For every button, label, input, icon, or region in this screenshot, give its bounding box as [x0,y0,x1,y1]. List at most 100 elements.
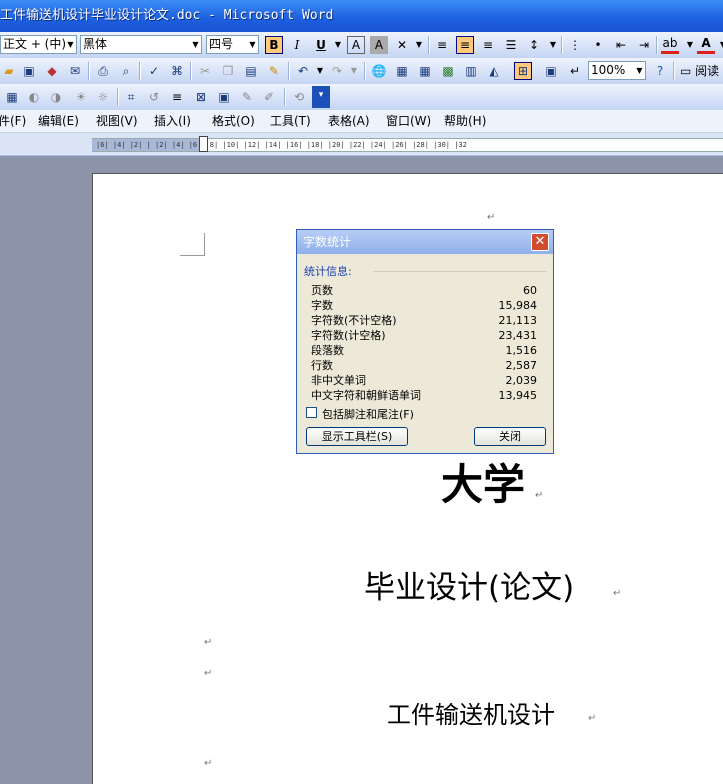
show-toolbar-button[interactable]: 显示工具栏(S) [306,427,408,446]
print-preview-icon[interactable]: ⌕ [117,62,135,80]
char-scaling-icon[interactable]: ✕ [393,36,411,54]
align-left-icon[interactable]: ≡ [433,36,451,54]
menu-window[interactable]: 窗口(W) [386,110,431,132]
menu-format[interactable]: 格式(O) [212,110,255,132]
stat-label: 字符数(计空格) [311,329,386,342]
compress-icon[interactable]: ⊠ [192,88,210,106]
line-spacing-icon[interactable]: ↕ [525,36,543,54]
set-transparent-icon[interactable]: ✐ [260,88,278,106]
reset-picture-icon[interactable]: ⟲ [290,88,308,106]
tables-borders-icon[interactable]: ▦ [393,62,411,80]
chevron-down-icon[interactable]: ▼ [714,36,723,54]
separator [88,62,90,80]
read-label: 阅读 [695,64,720,78]
menu-insert[interactable]: 插入(I) [154,110,191,132]
read-button[interactable]: ▭ 阅读 [680,62,719,80]
chevron-down-icon[interactable]: ▼ [345,62,363,80]
formatting-toolbar: 正文 + (中) ▼ 黑体 ▼ 四号 ▼ B I U ▼ A A ✕ ▼ ≡ ≡… [0,32,723,59]
show-hide-icon[interactable]: ▣ [542,62,560,80]
stat-row-non-chinese-words: 非中文单词 2,039 [311,373,537,388]
increase-indent-icon[interactable]: ⇥ [635,36,653,54]
char-border-icon[interactable]: A [347,36,365,54]
close-button[interactable]: 关闭 [474,427,546,446]
columns-icon[interactable]: ▥ [462,62,480,80]
font-select[interactable]: 黑体 ▼ [80,35,202,54]
hyperlink-icon[interactable]: 🌐 [370,62,388,80]
format-painter-icon[interactable]: ✎ [265,62,283,80]
paragraph-mark: ↵ [588,713,597,724]
paragraph-mark-icon[interactable]: ↵ [566,62,584,80]
group-divider [373,271,547,272]
ruler-ticks: |6| |4| |2| | |2| |4| |6| |8| |10| |12| … [96,141,467,149]
italic-button[interactable]: I [288,36,306,54]
menu-help[interactable]: 帮助(H) [444,110,486,132]
font-size-value: 四号 [209,37,234,51]
copy-icon[interactable]: ❐ [219,62,237,80]
numbering-icon[interactable]: ⋮ [566,36,584,54]
research-icon[interactable]: ⌘ [168,62,186,80]
print-icon[interactable]: ⎙ [94,62,112,80]
drawing-icon[interactable]: ◭ [485,62,503,80]
dialog-title-bar[interactable]: 字数统计 [297,230,553,254]
underline-button[interactable]: U [312,36,330,54]
include-footnotes-label[interactable]: 包括脚注和尾注(F) [322,406,414,422]
paste-icon[interactable]: ▤ [242,62,260,80]
document-map-icon[interactable]: ⊞ [514,62,532,80]
menu-view[interactable]: 视图(V) [96,110,138,132]
menu-file[interactable]: 文件(F) [0,110,26,132]
text-wrapping-icon[interactable]: ▣ [215,88,233,106]
email-icon[interactable]: ✉ [66,62,84,80]
line-style-icon[interactable]: ≡ [168,88,186,106]
stat-row-pages: 页数 60 [311,283,537,298]
cut-icon[interactable]: ✂ [196,62,214,80]
style-select[interactable]: 正文 + (中) ▼ [0,35,77,54]
highlight-icon[interactable]: ab [661,36,679,54]
chevron-down-icon: ▼ [192,40,199,49]
horizontal-ruler[interactable]: |6| |4| |2| | |2| |4| |6| |8| |10| |12| … [92,138,723,152]
insert-table-icon[interactable]: ▦ [416,62,434,80]
separator [288,62,290,80]
chevron-down-icon[interactable]: ▼ [311,62,329,80]
underline-dropdown-icon[interactable]: ▼ [329,36,347,54]
insert-excel-icon[interactable]: ▩ [439,62,457,80]
insert-picture-icon[interactable]: ▦ [3,88,21,106]
include-footnotes-checkbox[interactable] [306,407,317,418]
stat-value: 1,516 [505,344,538,357]
save-icon[interactable]: ▣ [20,62,38,80]
bullets-icon[interactable]: • [589,36,607,54]
title-bar: 工件输送机设计毕业设计论文.doc - Microsoft Word [0,0,723,32]
toolbar-options-icon[interactable]: ▾ [312,86,330,108]
color-icon[interactable]: ◐ [25,88,43,106]
permission-icon[interactable]: ◆ [43,62,61,80]
align-right-icon[interactable]: ≡ [479,36,497,54]
chevron-down-icon[interactable]: ▼ [410,36,428,54]
indent-marker[interactable] [199,136,208,152]
bold-button[interactable]: B [265,36,283,54]
chevron-down-icon: ▼ [67,40,74,49]
spelling-icon[interactable]: ✓ [145,62,163,80]
less-brightness-icon[interactable]: ☼ [94,88,112,106]
help-icon[interactable]: ? [651,62,669,80]
crop-icon[interactable]: ⌗ [122,88,140,106]
justify-distributed-icon[interactable]: ☰ [502,36,520,54]
brightness-icon[interactable]: ☀ [72,88,90,106]
align-center-icon[interactable]: ≡ [456,36,474,54]
menu-tools[interactable]: 工具(T) [270,110,311,132]
redo-icon[interactable]: ↷ [328,62,346,80]
close-icon[interactable]: ✕ [531,233,549,251]
open-icon[interactable]: ▰ [0,62,18,80]
paragraph-mark: ↵ [613,588,622,599]
menu-edit[interactable]: 编辑(E) [38,110,79,132]
rotate-icon[interactable]: ↺ [145,88,163,106]
decrease-indent-icon[interactable]: ⇤ [612,36,630,54]
undo-icon[interactable]: ↶ [294,62,312,80]
chevron-down-icon[interactable]: ▼ [544,36,562,54]
font-color-icon[interactable]: A [697,36,715,54]
menu-table[interactable]: 表格(A) [328,110,370,132]
more-contrast-icon[interactable]: ◑ [47,88,65,106]
char-shading-icon[interactable]: A [370,36,388,54]
format-picture-icon[interactable]: ✎ [238,88,256,106]
font-size-select[interactable]: 四号 ▼ [206,35,259,54]
zoom-select[interactable]: 100% ▼ [588,61,646,80]
chevron-down-icon: ▼ [249,40,256,49]
